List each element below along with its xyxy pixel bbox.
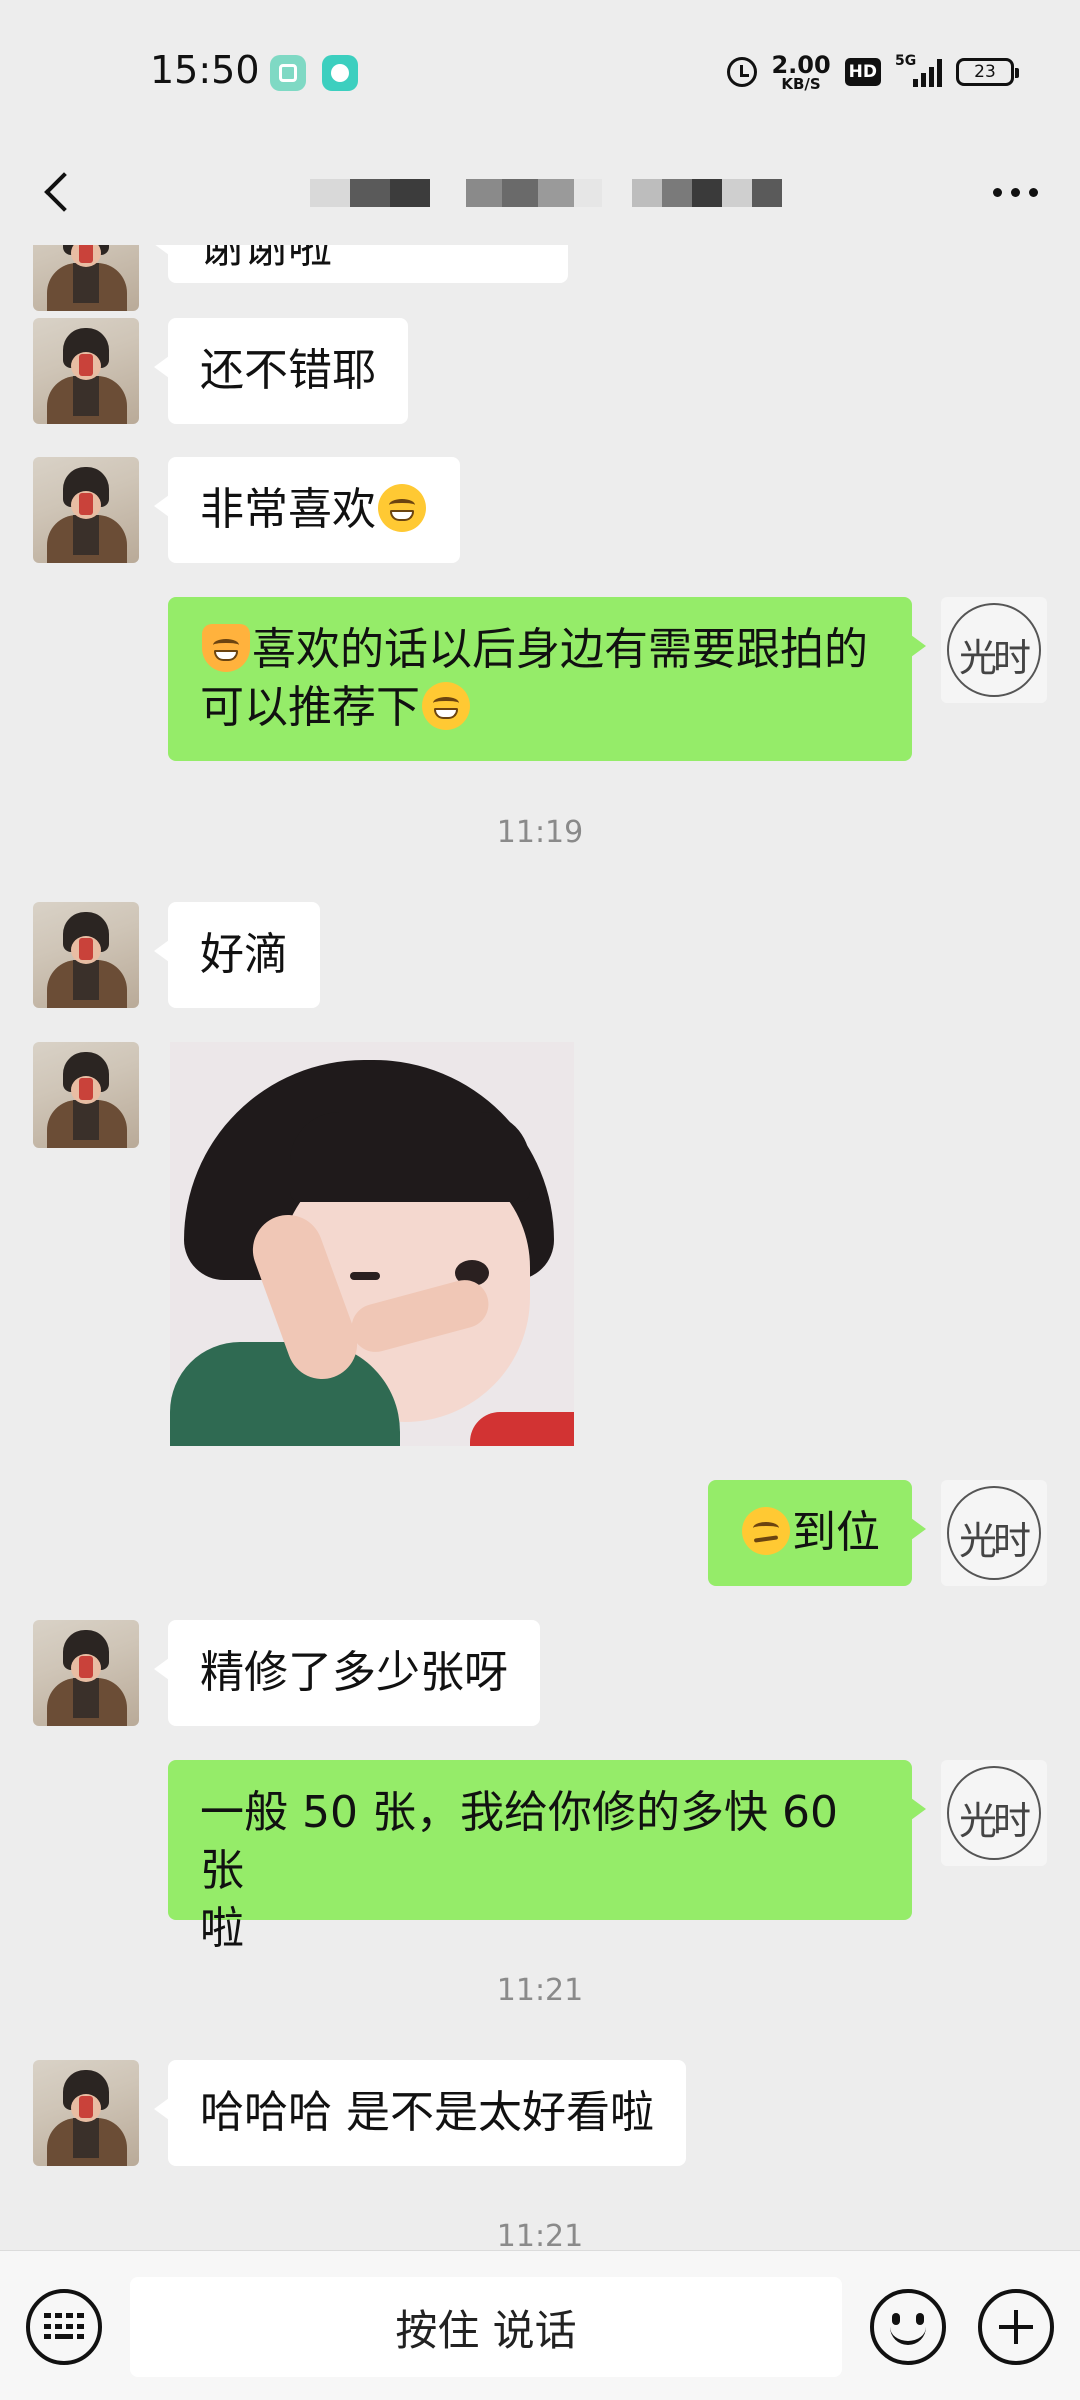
network-speed: 2.00 KB/S bbox=[771, 53, 830, 92]
contact-avatar[interactable] bbox=[33, 2060, 139, 2166]
message-text-line: 啦 bbox=[200, 1903, 244, 1954]
emoji-button[interactable] bbox=[870, 2289, 946, 2365]
message-text-line: 一般 50 张，我给你修的多快 60 张 bbox=[200, 1787, 838, 1896]
chat-notification-icon bbox=[322, 55, 358, 91]
chat-screen: 15:50 2.00 KB/S HD 5G 23 谢谢啦 还不错耶 非常喜欢 光… bbox=[0, 0, 1080, 2400]
more-options-button[interactable] bbox=[980, 162, 1050, 222]
message-bubble-sent[interactable]: 喜欢的话以后身边有需要跟拍的 可以推荐下 bbox=[168, 597, 926, 761]
message-timestamp: 11:19 bbox=[496, 815, 584, 850]
keyboard-icon bbox=[44, 2313, 84, 2341]
message-bubble-received[interactable]: 精修了多少张呀 bbox=[154, 1620, 540, 1726]
contact-avatar[interactable] bbox=[33, 457, 139, 563]
message-bubble-received[interactable]: 好滴 bbox=[154, 902, 320, 1008]
child-pointing-sticker[interactable] bbox=[170, 1042, 574, 1446]
message-bubble-sent[interactable]: 一般 50 张，我给你修的多快 60 张 啦 bbox=[168, 1760, 926, 1954]
contact-avatar[interactable] bbox=[33, 245, 139, 311]
cat-emoji bbox=[202, 624, 250, 672]
message-text: 好滴 bbox=[200, 929, 288, 980]
battery-level: 23 bbox=[974, 62, 996, 82]
message-bubble-received[interactable]: 哈哈哈 是不是太好看啦 bbox=[154, 2060, 686, 2166]
message-text: 精修了多少张呀 bbox=[200, 1647, 508, 1698]
message-text-line: 喜欢的话以后身边有需要跟拍的 bbox=[252, 624, 868, 675]
input-bar: 按住 说话 bbox=[0, 2250, 1080, 2400]
message-bubble-received[interactable]: 谢谢啦 bbox=[154, 245, 568, 283]
message-timestamp: 11:21 bbox=[496, 2219, 584, 2250]
status-bar: 15:50 2.00 KB/S HD 5G 23 bbox=[0, 0, 1080, 140]
status-time: 15:50 bbox=[150, 48, 260, 92]
laugh-cry-emoji bbox=[378, 484, 426, 532]
message-text: 还不错耶 bbox=[200, 345, 376, 396]
message-list[interactable]: 谢谢啦 还不错耶 非常喜欢 光时 喜欢的话以后身边有需要跟拍的 可以推荐下 11… bbox=[0, 245, 1080, 2250]
app-notification-icon bbox=[270, 55, 306, 91]
network-speed-unit: KB/S bbox=[781, 74, 821, 93]
more-actions-button[interactable] bbox=[978, 2289, 1054, 2365]
contact-avatar[interactable] bbox=[33, 902, 139, 1008]
keyboard-toggle-button[interactable] bbox=[26, 2289, 102, 2365]
my-avatar[interactable]: 光时 bbox=[941, 1480, 1047, 1586]
status-indicators: 2.00 KB/S HD 5G 23 bbox=[727, 50, 1019, 94]
message-bubble-sent[interactable]: 到位 bbox=[708, 1480, 926, 1586]
message-text-line: 可以推荐下 bbox=[200, 682, 420, 733]
message-text: 到位 bbox=[792, 1507, 880, 1558]
network-type-label: 5G bbox=[895, 53, 917, 69]
message-bubble-received[interactable]: 还不错耶 bbox=[154, 318, 408, 424]
message-timestamp: 11:21 bbox=[496, 1973, 584, 2008]
signal-icon: 5G bbox=[895, 53, 942, 87]
hd-badge: HD bbox=[844, 58, 881, 86]
message-text: 哈哈哈 是不是太好看啦 bbox=[200, 2087, 654, 2138]
battery-icon: 23 bbox=[956, 58, 1019, 86]
contact-avatar[interactable] bbox=[33, 318, 139, 424]
chat-title-redacted bbox=[310, 168, 782, 218]
my-avatar[interactable]: 光时 bbox=[941, 597, 1047, 703]
contact-avatar[interactable] bbox=[33, 1620, 139, 1726]
message-bubble-received[interactable]: 非常喜欢 bbox=[154, 457, 460, 563]
network-speed-value: 2.00 bbox=[771, 50, 831, 79]
grin-emoji bbox=[422, 682, 470, 730]
alarm-icon bbox=[727, 57, 758, 87]
message-text: 谢谢啦 bbox=[200, 245, 332, 273]
my-avatar[interactable]: 光时 bbox=[941, 1760, 1047, 1866]
back-button[interactable] bbox=[30, 162, 90, 222]
contact-avatar[interactable] bbox=[33, 1042, 139, 1148]
message-text: 非常喜欢 bbox=[200, 484, 376, 535]
hold-to-talk-button[interactable]: 按住 说话 bbox=[130, 2277, 842, 2377]
smirk-emoji bbox=[742, 1507, 790, 1555]
chat-header bbox=[0, 140, 1080, 245]
